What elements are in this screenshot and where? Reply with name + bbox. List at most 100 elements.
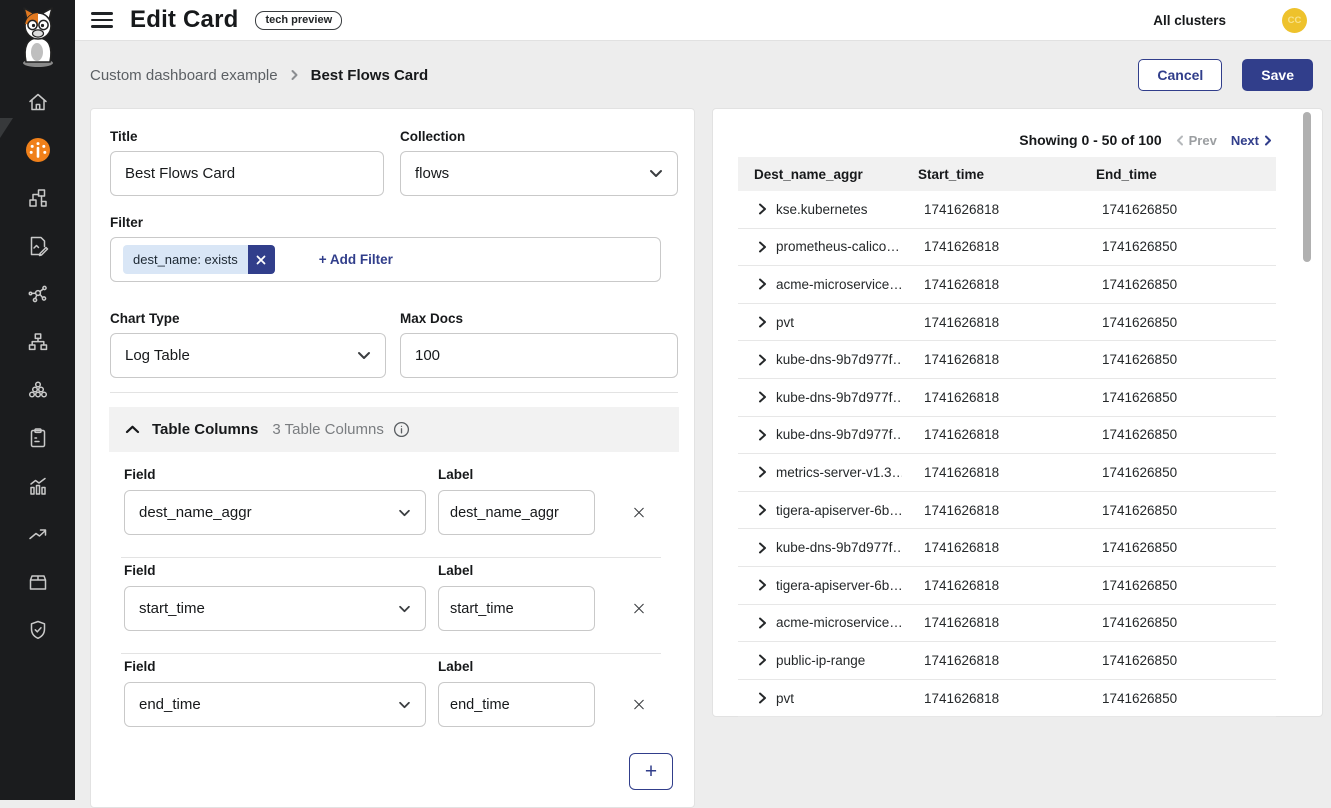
add-filter-link[interactable]: + Add Filter bbox=[319, 252, 393, 267]
start-time-cell: 1741626818 bbox=[902, 315, 1080, 330]
remove-filter-button[interactable] bbox=[248, 245, 275, 274]
chevron-down-icon bbox=[649, 169, 663, 178]
expand-row-icon[interactable] bbox=[758, 466, 767, 478]
sidebar-item-logs[interactable] bbox=[22, 234, 54, 258]
label-input-1[interactable] bbox=[438, 586, 595, 631]
label-label: Label bbox=[438, 659, 473, 674]
max-docs-input[interactable] bbox=[400, 333, 678, 378]
expand-row-icon[interactable] bbox=[758, 654, 767, 666]
table-row[interactable]: kse.kubernetes 1741626818 1741626850 bbox=[738, 191, 1276, 229]
sidebar-item-home[interactable] bbox=[22, 90, 54, 114]
table-row[interactable]: public-ip-range 1741626818 1741626850 bbox=[738, 642, 1276, 680]
molecule-icon bbox=[26, 282, 50, 306]
cancel-button[interactable]: Cancel bbox=[1138, 59, 1222, 91]
table-row[interactable]: kube-dns-9b7d977f… 1741626818 1741626850 bbox=[738, 417, 1276, 455]
sidebar-item-threats[interactable] bbox=[22, 282, 54, 306]
chevron-up-icon[interactable] bbox=[125, 425, 140, 434]
preview-panel: Showing 0 - 50 of 100 Prev Next Dest_nam… bbox=[712, 108, 1323, 717]
end-time-cell: 1741626850 bbox=[1080, 465, 1276, 480]
expand-row-icon[interactable] bbox=[758, 429, 767, 441]
title-input[interactable] bbox=[110, 151, 384, 196]
label-label: Label bbox=[438, 467, 473, 482]
expand-row-icon[interactable] bbox=[758, 391, 767, 403]
dest-name-cell: pvt bbox=[776, 691, 794, 706]
end-time-cell: 1741626850 bbox=[1080, 615, 1276, 630]
table-columns-section-header[interactable]: Table Columns 3 Table Columns bbox=[109, 407, 679, 452]
sidebar-nav bbox=[22, 90, 54, 642]
sidebar-item-hierarchy[interactable] bbox=[22, 330, 54, 354]
start-time-cell: 1741626818 bbox=[902, 239, 1080, 254]
table-row[interactable]: acme-microservice… 1741626818 1741626850 bbox=[738, 605, 1276, 643]
label-input-0[interactable] bbox=[438, 490, 595, 535]
expand-row-icon[interactable] bbox=[758, 504, 767, 516]
start-time-cell: 1741626818 bbox=[902, 465, 1080, 480]
table-row[interactable]: pvt 1741626818 1741626850 bbox=[738, 680, 1276, 718]
dest-name-cell: kse.kubernetes bbox=[776, 202, 868, 217]
sidebar-item-reports[interactable] bbox=[22, 426, 54, 450]
label-input-2[interactable] bbox=[438, 682, 595, 727]
next-button[interactable]: Next bbox=[1231, 133, 1272, 148]
end-time-cell: 1741626850 bbox=[1080, 390, 1276, 405]
remove-column-button-1[interactable] bbox=[627, 596, 651, 620]
prev-button[interactable]: Prev bbox=[1176, 133, 1217, 148]
sidebar-item-security[interactable] bbox=[22, 618, 54, 642]
collection-select[interactable]: flows bbox=[400, 151, 678, 196]
expand-row-icon[interactable] bbox=[758, 278, 767, 290]
sidebar-item-registry[interactable] bbox=[22, 570, 54, 594]
collection-value: flows bbox=[415, 165, 449, 182]
collection-label: Collection bbox=[400, 129, 465, 144]
expand-row-icon[interactable] bbox=[758, 617, 767, 629]
sidebar-item-clusters[interactable] bbox=[22, 378, 54, 402]
expand-row-icon[interactable] bbox=[758, 692, 767, 704]
sidebar-item-metrics[interactable] bbox=[22, 474, 54, 498]
table-row[interactable]: tigera-apiserver-6b… 1741626818 17416268… bbox=[738, 492, 1276, 530]
table-row[interactable]: kube-dns-9b7d977f… 1741626818 1741626850 bbox=[738, 529, 1276, 567]
table-row[interactable]: kube-dns-9b7d977f… 1741626818 1741626850 bbox=[738, 341, 1276, 379]
expand-row-icon[interactable] bbox=[758, 542, 767, 554]
end-time-cell: 1741626850 bbox=[1080, 427, 1276, 442]
field-select-2[interactable]: end_time bbox=[124, 682, 426, 727]
start-time-cell: 1741626818 bbox=[902, 202, 1080, 217]
end-time-cell: 1741626850 bbox=[1080, 578, 1276, 593]
chart-type-select[interactable]: Log Table bbox=[110, 333, 386, 378]
max-docs-label: Max Docs bbox=[400, 311, 463, 326]
expand-row-icon[interactable] bbox=[758, 354, 767, 366]
table-row[interactable]: prometheus-calico… 1741626818 1741626850 bbox=[738, 229, 1276, 267]
expand-row-icon[interactable] bbox=[758, 241, 767, 253]
expand-row-icon[interactable] bbox=[758, 316, 767, 328]
showing-text: Showing 0 - 50 of 100 bbox=[1019, 132, 1161, 148]
bar-chart-icon bbox=[26, 474, 50, 498]
remove-column-button-0[interactable] bbox=[627, 500, 651, 524]
dest-name-cell: tigera-apiserver-6b… bbox=[776, 503, 902, 518]
add-column-button[interactable]: + bbox=[629, 753, 673, 790]
field-select-1[interactable]: start_time bbox=[124, 586, 426, 631]
table-row[interactable]: metrics-server-v1.3… 1741626818 17416268… bbox=[738, 454, 1276, 492]
cluster-selector[interactable]: All clusters bbox=[1153, 13, 1226, 28]
expand-row-icon[interactable] bbox=[758, 203, 767, 215]
table-row[interactable]: tigera-apiserver-6b… 1741626818 17416268… bbox=[738, 567, 1276, 605]
menu-icon[interactable] bbox=[91, 12, 113, 28]
sidebar-item-trends[interactable] bbox=[22, 522, 54, 546]
save-button[interactable]: Save bbox=[1242, 59, 1313, 91]
remove-column-button-2[interactable] bbox=[627, 692, 651, 716]
sidebar-item-topology[interactable] bbox=[22, 186, 54, 210]
end-time-cell: 1741626850 bbox=[1080, 503, 1276, 518]
info-icon[interactable] bbox=[393, 421, 410, 438]
calico-cat-logo bbox=[12, 5, 64, 74]
avatar[interactable]: CC bbox=[1282, 8, 1307, 33]
field-select-0[interactable]: dest_name_aggr bbox=[124, 490, 426, 535]
field-label: Field bbox=[124, 659, 156, 674]
table-columns-count: 3 Table Columns bbox=[272, 421, 383, 438]
scrollbar-thumb[interactable] bbox=[1303, 112, 1311, 262]
start-time-cell: 1741626818 bbox=[902, 615, 1080, 630]
table-row[interactable]: acme-microservice… 1741626818 1741626850 bbox=[738, 266, 1276, 304]
table-row[interactable]: pvt 1741626818 1741626850 bbox=[738, 304, 1276, 342]
filter-box[interactable]: dest_name: exists + Add Filter bbox=[110, 237, 661, 282]
shield-check-icon bbox=[26, 618, 50, 642]
expand-row-icon[interactable] bbox=[758, 579, 767, 591]
breadcrumb-parent[interactable]: Custom dashboard example bbox=[90, 67, 278, 84]
home-icon bbox=[26, 90, 50, 114]
title-label: Title bbox=[110, 129, 138, 144]
sidebar-item-dashboard[interactable] bbox=[22, 138, 54, 162]
table-row[interactable]: kube-dns-9b7d977f… 1741626818 1741626850 bbox=[738, 379, 1276, 417]
